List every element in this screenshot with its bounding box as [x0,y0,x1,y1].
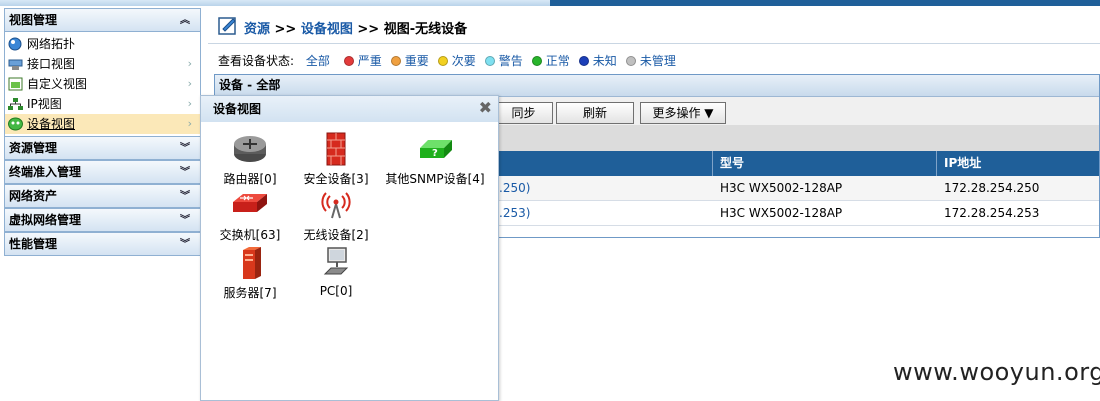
section-network-assets[interactable]: 网络资产 ︾ [4,184,201,208]
popup-title: 设备视图 [201,96,498,122]
device-view-icon [8,117,23,131]
ip-view-icon [8,98,23,110]
submenu-arrow-icon: › [187,77,192,90]
submenu-arrow-icon: › [187,117,192,130]
refresh-button[interactable]: 刷新 [556,102,634,124]
firewall-icon [326,132,346,166]
device-name-link[interactable]: .253) [499,201,530,226]
category-security-device[interactable]: 安全设备[3] [281,132,391,187]
wireless-icon [321,192,351,219]
status-filter-option[interactable]: 未知 [578,52,617,70]
expand-down-icon[interactable]: ︾ [180,209,190,232]
more-actions-button[interactable]: 更多操作 ▼ [640,102,726,124]
svg-text:?: ? [432,148,438,159]
status-dot-icon [578,56,589,66]
breadcrumb-current: 视图-无线设备 [383,22,468,37]
pc-icon [323,247,349,275]
section-terminal-access[interactable]: 终端准入管理 ︾ [4,160,201,184]
status-dot-icon [484,56,495,66]
snmp-device-icon: ? [420,140,452,159]
status-filter-option[interactable]: 次要 [437,52,476,70]
sidebar-item-custom-view[interactable]: 自定义视图 › [5,74,200,94]
device-ip: 172.28.254.253 [944,206,1040,220]
status-dot-icon [531,56,542,66]
grid-title: 设备 - 全部 [215,75,1099,97]
status-dot-icon [390,56,401,66]
collapse-up-icon[interactable]: ︽ [180,9,190,32]
category-wireless[interactable]: 无线设备[2] [281,190,391,243]
interface-view-icon [8,59,23,70]
section-view-management[interactable]: 视图管理 ︽ [4,8,201,32]
status-filter-option[interactable]: 重要 [390,52,429,70]
breadcrumb: 资源 >> 设备视图 >> 视图-无线设备 [208,6,1100,44]
status-filter-option[interactable]: 警告 [484,52,523,70]
column-ip[interactable]: IP地址 [944,151,981,176]
status-filter-option[interactable]: 未管理 [625,52,676,70]
expand-down-icon[interactable]: ︾ [180,161,190,184]
edit-page-icon [218,17,236,35]
sidebar-item-interface-view[interactable]: 接口视图 › [5,54,200,74]
category-pc[interactable]: PC[0] [281,246,391,298]
status-dot-icon [343,56,354,66]
device-model: H3C WX5002-128AP [720,181,843,195]
sync-button[interactable]: 同步 [495,102,553,124]
status-filter-label: 查看设备状态: [218,54,295,68]
sidebar-item-device-view[interactable]: 设备视图 › [5,114,200,134]
submenu-arrow-icon: › [187,97,192,110]
sidebar-item-ip-view[interactable]: IP视图 › [5,94,200,114]
breadcrumb-resource-link[interactable]: 资源 [244,22,270,37]
status-filter-option[interactable]: 正常 [531,52,570,70]
status-filter-bar: 查看设备状态: 全部 严重 重要 次要 警告 正常 未知 未管理 [218,52,685,70]
status-filter-all[interactable]: 全部 [306,54,330,68]
device-view-popup: 设备视图 ✖ 路由器[0] 安全设备[3] ? 其他SNMP设备[4] 交换机[… [200,95,499,401]
expand-down-icon[interactable]: ︾ [180,137,190,160]
expand-down-icon[interactable]: ︾ [180,185,190,208]
sidebar-item-network-topology[interactable]: 网络拓扑 [5,34,200,54]
status-filter-option[interactable]: 严重 [343,52,382,70]
sidebar: 视图管理 ︽ 网络拓扑 接口视图 › 自定义视图 › IP视图 › 设备视图 ›… [4,8,201,401]
close-icon[interactable]: ✖ [479,99,492,117]
status-dot-icon [625,56,636,66]
column-model[interactable]: 型号 [720,151,744,176]
status-dot-icon [437,56,448,66]
submenu-arrow-icon: › [187,57,192,70]
device-model: H3C WX5002-128AP [720,206,843,220]
device-name-link[interactable]: .250) [499,176,530,201]
server-icon [243,247,261,279]
router-icon [234,136,266,162]
section-resource-management[interactable]: 资源管理 ︾ [4,136,201,160]
view-management-items: 网络拓扑 接口视图 › 自定义视图 › IP视图 › 设备视图 › [4,32,201,136]
expand-down-icon[interactable]: ︾ [180,233,190,256]
section-virtual-network[interactable]: 虚拟网络管理 ︾ [4,208,201,232]
breadcrumb-device-view-link[interactable]: 设备视图 [301,22,353,37]
device-ip: 172.28.254.250 [944,181,1040,195]
watermark: www.wooyun.org [893,358,1100,386]
section-performance[interactable]: 性能管理 ︾ [4,232,201,256]
switch-icon [233,194,267,212]
custom-view-icon [8,77,23,91]
network-topology-icon [8,37,22,51]
category-other-snmp[interactable]: ? 其他SNMP设备[4] [379,132,491,187]
